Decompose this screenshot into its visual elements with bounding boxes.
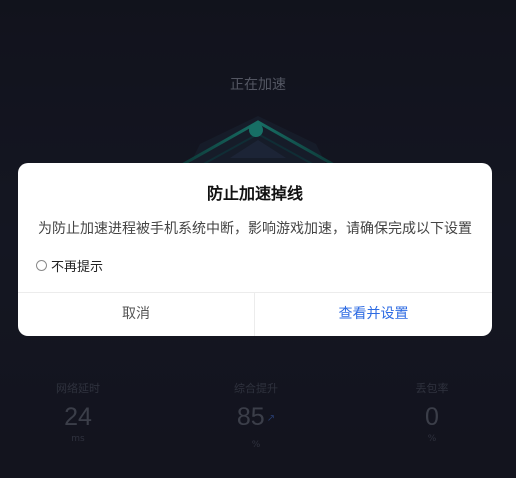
dialog-title: 防止加速掉线: [206, 184, 303, 203]
dont-show-again-checkbox[interactable]: 不再提示: [36, 256, 103, 275]
dialog-message: 为防止加速进程被手机系统中断，影响游戏加速，请确保完成以下设置: [38, 221, 472, 237]
cancel-button[interactable]: 取消: [18, 293, 254, 336]
view-and-setup-button[interactable]: 查看并设置: [255, 293, 492, 336]
checkbox-label: 不再提示: [51, 260, 104, 275]
radio-circle-icon[interactable]: [36, 260, 47, 271]
prevent-disconnect-dialog: 防止加速掉线 为防止加速进程被手机系统中断，影响游戏加速，请确保完成以下设置 不…: [18, 163, 492, 336]
